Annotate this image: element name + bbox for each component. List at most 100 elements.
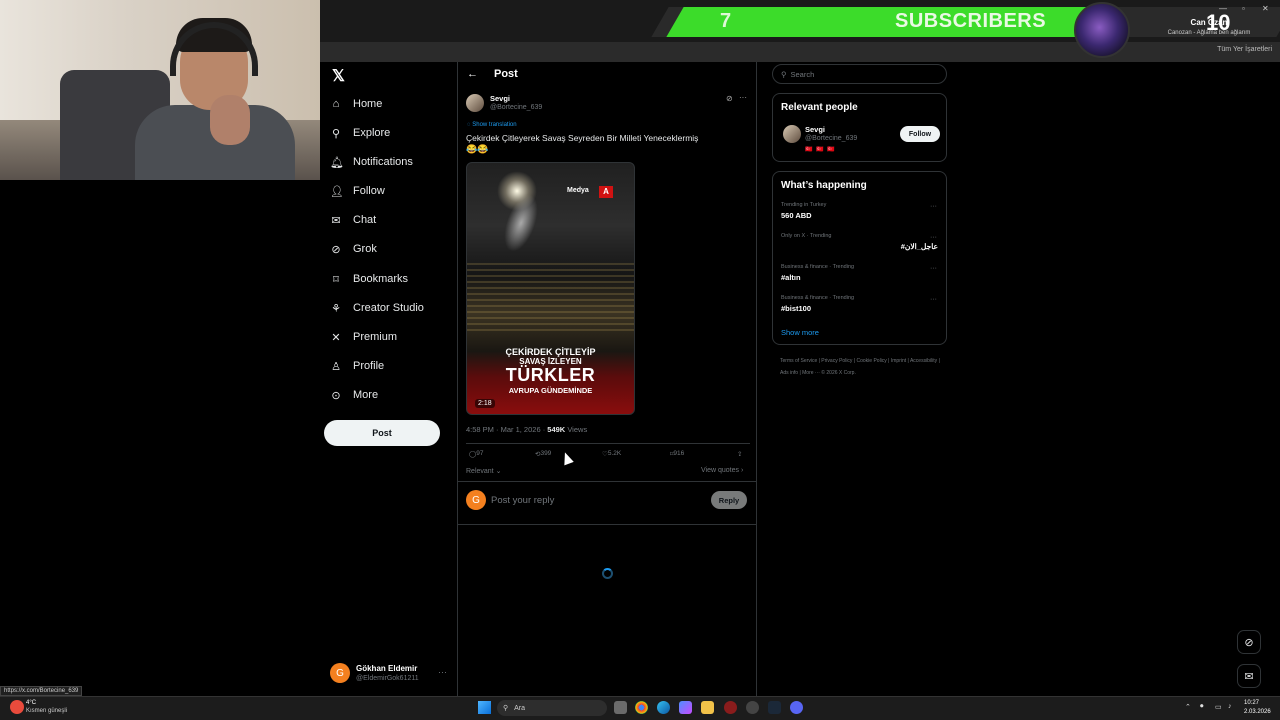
obs-icon[interactable] xyxy=(746,701,759,714)
nav-label: More xyxy=(353,389,379,401)
trend-more-icon[interactable]: ··· xyxy=(930,265,937,272)
copilot-icon[interactable] xyxy=(679,701,692,714)
account-name[interactable]: Gökhan Eldemir xyxy=(356,664,417,673)
grok-explain-icon[interactable]: ⊘ xyxy=(726,94,733,103)
file-explorer-icon[interactable] xyxy=(701,701,714,714)
view-quotes-link[interactable]: View quotes › xyxy=(701,467,743,474)
share-icon[interactable]: ⇪ xyxy=(737,450,742,458)
video-media[interactable]: Medya A ÇEKİRDEK ÇİTLEYİP SAVAŞ İZLEYEN … xyxy=(466,162,635,415)
trend-more-icon[interactable]: ··· xyxy=(930,203,937,210)
show-translation-link[interactable]: ◌ Show translation xyxy=(467,122,517,128)
tray-chevron-icon[interactable]: ⌃ xyxy=(1185,703,1191,711)
reply-avatar: G xyxy=(466,490,486,510)
taskbar-search[interactable]: ⚲ Ara xyxy=(497,700,607,716)
edge-icon[interactable] xyxy=(657,701,670,714)
views-count: 549K xyxy=(547,425,566,434)
footer-links[interactable]: Terms of Service | Privacy Policy | Cook… xyxy=(780,355,940,379)
nav-label: Notifications xyxy=(353,156,413,168)
grok-icon: ⊘ xyxy=(331,243,341,256)
nav-bookmarks[interactable]: ⌑ Bookmarks xyxy=(330,268,408,290)
mail-icon: ✉ xyxy=(331,214,341,227)
nav-follow[interactable]: 👤︎ Follow xyxy=(330,180,385,202)
reply-button[interactable]: Reply xyxy=(711,491,747,509)
x-logo-icon[interactable]: 𝕏 xyxy=(332,66,345,86)
account-avatar[interactable]: G xyxy=(330,663,350,683)
task-view-icon[interactable] xyxy=(614,701,627,714)
clock-date[interactable]: 2.03.2026 xyxy=(1244,709,1271,715)
nav-label: Chat xyxy=(353,214,377,226)
nav-explore[interactable]: ⚲ Explore xyxy=(330,122,390,144)
media-brand: Medya xyxy=(567,187,589,194)
relevant-person-flags: 🇹🇷 🇹🇷 🇹🇷 xyxy=(805,147,836,153)
subs-current: 7 xyxy=(720,10,732,32)
trend-more-icon[interactable]: ··· xyxy=(930,296,937,303)
nav-label: Home xyxy=(353,98,383,110)
back-arrow-icon[interactable]: ← xyxy=(467,68,478,80)
grok-fab-icon[interactable]: ⊘ xyxy=(1237,630,1261,654)
nav-premium[interactable]: ✕ Premium xyxy=(330,326,397,348)
post-timestamp[interactable]: 4:58 PM · Mar 1, 2026 · 549K Views xyxy=(466,425,587,434)
show-more-link[interactable]: Show more xyxy=(781,328,819,337)
studio-icon: ⚘ xyxy=(331,302,341,315)
trend-name[interactable]: #bist100 xyxy=(781,304,811,313)
steam-icon[interactable] xyxy=(768,701,781,714)
post-more-icon[interactable]: ··· xyxy=(739,93,747,102)
bell-icon: 🔔︎ xyxy=(330,156,344,169)
discord-icon[interactable] xyxy=(790,701,803,714)
video-duration: 2:18 xyxy=(475,399,495,408)
mic-icon[interactable]: ⏺ xyxy=(1200,703,1204,711)
relevant-person-handle: @Bortecine_639 xyxy=(805,135,858,142)
account-handle: @EldemirGok61211 xyxy=(356,675,419,682)
trend-more-icon[interactable]: ··· xyxy=(930,234,937,241)
author-handle[interactable]: @Bortecine_639 xyxy=(490,104,542,111)
repost-action[interactable]: ⟲ 399 xyxy=(535,450,551,458)
follow-button[interactable]: Follow xyxy=(900,126,940,142)
author-avatar[interactable] xyxy=(466,94,484,112)
post-button[interactable]: Post xyxy=(324,420,440,446)
nav-grok[interactable]: ⊘ Grok xyxy=(330,238,376,260)
nav-home[interactable]: ⌂ Home xyxy=(330,93,383,115)
nav-notifications[interactable]: 🔔︎ Notifications xyxy=(330,151,413,173)
nav-chat[interactable]: ✉ Chat xyxy=(330,209,376,231)
close-icon[interactable]: ✕ xyxy=(1262,4,1269,13)
nav-label: Creator Studio xyxy=(353,302,424,314)
home-icon: ⌂ xyxy=(332,98,340,110)
loading-spinner-icon xyxy=(602,568,613,579)
more-circle-icon: ⊙ xyxy=(331,389,341,402)
search-icon: ⚲ xyxy=(331,127,341,140)
trend-name[interactable]: #altın xyxy=(781,273,801,282)
author-name[interactable]: Sevgi xyxy=(490,94,510,103)
chrome-icon[interactable] xyxy=(635,701,648,714)
relevant-person-name[interactable]: Sevgi xyxy=(805,125,825,134)
maximize-icon[interactable]: ▫ xyxy=(1242,4,1245,13)
all-bookmarks-label[interactable]: Tüm Yer İşaretleri xyxy=(1217,46,1272,53)
nav-label: Profile xyxy=(353,360,385,372)
nav-more[interactable]: ⊙ More xyxy=(330,384,378,406)
trend-name[interactable]: #عاجل_الان xyxy=(901,242,938,251)
app-icon[interactable] xyxy=(724,701,737,714)
search-input[interactable]: ⚲ Search xyxy=(772,64,947,84)
account-more-icon[interactable]: ··· xyxy=(438,667,447,677)
volume-icon[interactable]: ♪ xyxy=(1228,703,1232,710)
weather-icon[interactable] xyxy=(10,700,24,714)
nav-label: Follow xyxy=(353,185,385,197)
reply-sort-dropdown[interactable]: Relevant ⌄ xyxy=(466,467,501,475)
reply-input[interactable]: Post your reply xyxy=(491,495,554,506)
webcam-overlay xyxy=(0,0,320,180)
bookmark-icon: ⌑ xyxy=(333,273,339,286)
like-action[interactable]: ♡ 5.2K xyxy=(602,450,621,458)
trend-name[interactable]: 560 ABD xyxy=(781,211,812,220)
messages-fab-icon[interactable]: ✉ xyxy=(1237,664,1261,688)
network-icon[interactable]: ▭ xyxy=(1215,703,1222,711)
start-icon[interactable] xyxy=(478,701,491,714)
search-icon: ⚲ xyxy=(503,705,509,712)
bookmark-action[interactable]: ⌑ 916 xyxy=(670,450,684,458)
nav-label: Bookmarks xyxy=(353,273,409,285)
reply-action[interactable]: ◯ 97 xyxy=(469,450,484,458)
relevant-people-title: Relevant people xyxy=(781,102,858,113)
clock-time[interactable]: 10:27 xyxy=(1244,700,1259,706)
nav-creator-studio[interactable]: ⚘ Creator Studio xyxy=(330,297,424,319)
nav-profile[interactable]: ♙ Profile xyxy=(330,355,384,377)
relevant-person-avatar[interactable] xyxy=(783,125,801,143)
minimize-icon[interactable]: — xyxy=(1219,4,1227,13)
